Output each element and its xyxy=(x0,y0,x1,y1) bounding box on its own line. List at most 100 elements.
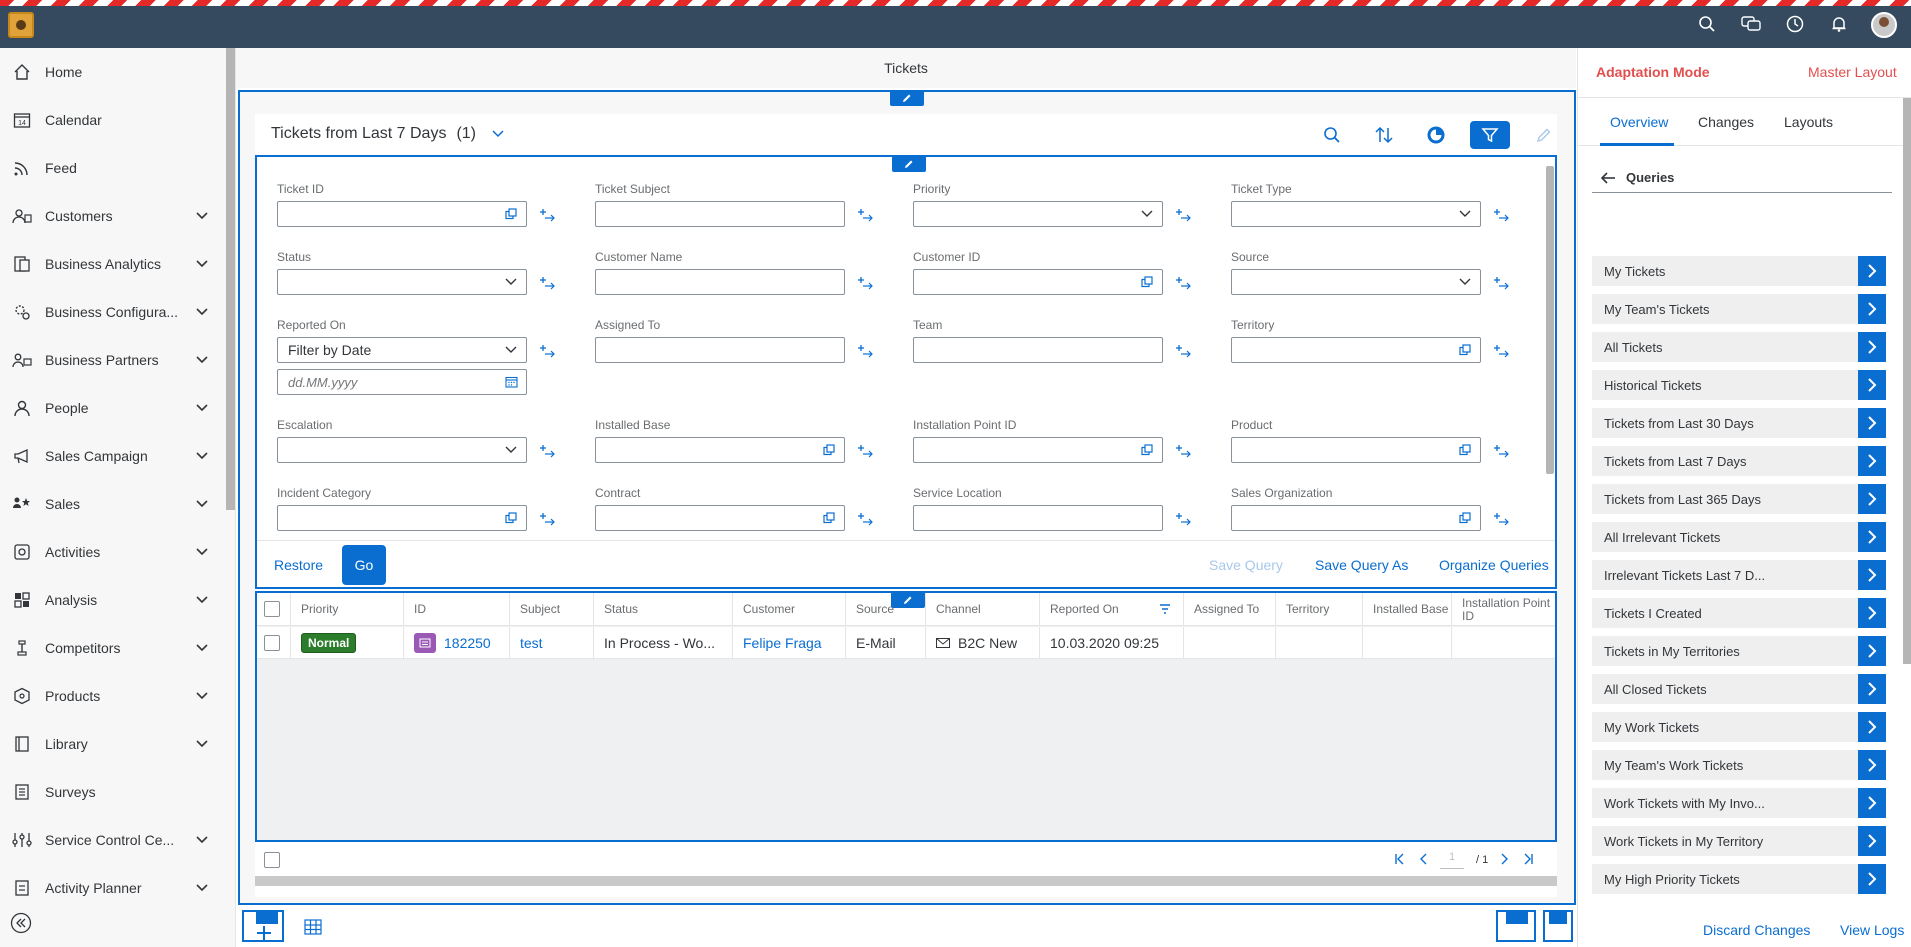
sidebar-item-feed[interactable]: Feed xyxy=(0,144,226,192)
company-logo[interactable] xyxy=(8,12,34,38)
column-header-channel[interactable]: Channel xyxy=(925,593,1039,626)
chevron-down-icon[interactable] xyxy=(504,275,518,289)
panel-scrollbar[interactable] xyxy=(1903,98,1911,664)
sidebar-item-service-control-ce[interactable]: Service Control Ce... xyxy=(0,816,226,864)
master-layout-link[interactable]: Master Layout xyxy=(1808,64,1897,80)
chevron-down-icon[interactable] xyxy=(492,130,504,138)
value-help-icon[interactable] xyxy=(822,511,836,525)
query-item[interactable]: All Irrelevant Tickets xyxy=(1592,522,1886,552)
query-item[interactable]: Historical Tickets xyxy=(1592,370,1886,400)
chevron-down-icon[interactable] xyxy=(192,308,212,316)
chevron-right-icon[interactable] xyxy=(1858,560,1886,590)
column-header-reported-on[interactable]: Reported On xyxy=(1039,593,1183,626)
add-to-filter-icon[interactable] xyxy=(538,343,558,359)
query-item[interactable]: All Closed Tickets xyxy=(1592,674,1886,704)
column-header-source[interactable]: Source xyxy=(845,593,925,626)
add-to-filter-icon[interactable] xyxy=(856,511,876,527)
chevron-right-icon[interactable] xyxy=(1858,294,1886,324)
chevron-down-icon[interactable] xyxy=(1458,275,1472,289)
chevron-down-icon[interactable] xyxy=(192,740,212,748)
chevron-down-icon[interactable] xyxy=(1458,207,1472,221)
edit-footer-icon[interactable] xyxy=(1543,910,1573,942)
chevron-down-icon[interactable] xyxy=(192,260,212,268)
chevron-right-icon[interactable] xyxy=(1858,636,1886,666)
query-item[interactable]: Tickets in My Territories xyxy=(1592,636,1886,666)
sidebar-item-customers[interactable]: Customers xyxy=(0,192,226,240)
add-section-icon[interactable] xyxy=(242,910,284,942)
cell-id[interactable]: 182250 xyxy=(403,627,509,659)
reported-on-date-input[interactable]: dd.MM.yyyy xyxy=(277,369,527,395)
query-item[interactable]: Tickets from Last 30 Days xyxy=(1592,408,1886,438)
column-header-installed-base[interactable]: Installed Base xyxy=(1362,593,1451,626)
status-input[interactable] xyxy=(277,269,527,295)
chevron-right-icon[interactable] xyxy=(1858,446,1886,476)
tab-changes[interactable]: Changes xyxy=(1698,114,1754,130)
chevron-down-icon[interactable] xyxy=(192,404,212,412)
sidebar-item-people[interactable]: People xyxy=(0,384,226,432)
query-item[interactable]: All Tickets xyxy=(1592,332,1886,362)
chevron-right-icon[interactable] xyxy=(1858,332,1886,362)
value-help-icon[interactable] xyxy=(504,207,518,221)
column-header-status[interactable]: Status xyxy=(593,593,732,626)
query-item[interactable]: Tickets I Created xyxy=(1592,598,1886,628)
team-input[interactable] xyxy=(913,337,1163,363)
ticket-type-input[interactable] xyxy=(1231,201,1481,227)
priority-input[interactable] xyxy=(913,201,1163,227)
horizontal-scrollbar[interactable] xyxy=(255,876,1557,886)
sidebar-item-business-analytics[interactable]: Business Analytics xyxy=(0,240,226,288)
chevron-right-icon[interactable] xyxy=(1858,408,1886,438)
chevron-right-icon[interactable] xyxy=(1858,370,1886,400)
sidebar-item-activity-planner[interactable]: Activity Planner xyxy=(0,864,226,912)
sidebar-item-library[interactable]: Library xyxy=(0,720,226,768)
chevron-right-icon[interactable] xyxy=(1858,788,1886,818)
add-to-filter-icon[interactable] xyxy=(1174,443,1194,459)
edit-icon[interactable] xyxy=(1526,121,1562,149)
edit-footer-icon[interactable] xyxy=(1496,910,1536,942)
chevron-right-icon[interactable] xyxy=(1858,256,1886,286)
chevron-down-icon[interactable] xyxy=(192,452,212,460)
discard-changes-button[interactable]: Discard Changes xyxy=(1703,922,1810,938)
row-checkbox[interactable] xyxy=(264,635,280,651)
query-item[interactable]: My High Priority Tickets xyxy=(1592,864,1886,894)
chevron-right-icon[interactable] xyxy=(1858,674,1886,704)
query-item[interactable]: Work Tickets with My Invo... xyxy=(1592,788,1886,818)
sidebar-item-sales-campaign[interactable]: Sales Campaign xyxy=(0,432,226,480)
add-to-filter-icon[interactable] xyxy=(1492,443,1512,459)
escalation-input[interactable] xyxy=(277,437,527,463)
add-to-filter-icon[interactable] xyxy=(856,207,876,223)
add-to-filter-icon[interactable] xyxy=(1174,511,1194,527)
user-avatar[interactable] xyxy=(1871,12,1897,38)
installation-point-id-input[interactable] xyxy=(913,437,1163,463)
save-query-as-button[interactable]: Save Query As xyxy=(1315,557,1408,573)
value-help-icon[interactable] xyxy=(1140,443,1154,457)
cell-subject[interactable]: test xyxy=(509,627,593,659)
chevron-right-icon[interactable] xyxy=(1858,712,1886,742)
column-header-installation-point-id[interactable]: Installation Point ID xyxy=(1451,593,1555,626)
search-icon[interactable] xyxy=(1695,12,1719,36)
chevron-right-icon[interactable] xyxy=(1858,750,1886,780)
last-page-icon[interactable] xyxy=(1522,853,1534,868)
chevron-down-icon[interactable] xyxy=(192,884,212,892)
query-item[interactable]: My Tickets xyxy=(1592,256,1886,286)
page-input[interactable]: 1 xyxy=(1440,851,1464,869)
sidebar-item-competitors[interactable]: Competitors xyxy=(0,624,226,672)
chevron-down-icon[interactable] xyxy=(192,836,212,844)
chevron-down-icon[interactable] xyxy=(192,500,212,508)
chevron-down-icon[interactable] xyxy=(192,644,212,652)
contract-input[interactable] xyxy=(595,505,845,531)
value-help-icon[interactable] xyxy=(822,443,836,457)
incident-category-input[interactable] xyxy=(277,505,527,531)
chevron-down-icon[interactable] xyxy=(192,548,212,556)
chevron-down-icon[interactable] xyxy=(192,212,212,220)
edit-pencil-icon[interactable] xyxy=(892,156,926,172)
chart-icon[interactable] xyxy=(1418,121,1454,149)
query-item[interactable]: Tickets from Last 365 Days xyxy=(1592,484,1886,514)
next-page-icon[interactable] xyxy=(1500,853,1510,868)
query-item[interactable]: My Team's Tickets xyxy=(1592,294,1886,324)
chevron-right-icon[interactable] xyxy=(1858,598,1886,628)
add-to-filter-icon[interactable] xyxy=(538,207,558,223)
add-to-filter-icon[interactable] xyxy=(856,443,876,459)
query-item[interactable]: My Work Tickets xyxy=(1592,712,1886,742)
chevron-down-icon[interactable] xyxy=(504,443,518,457)
column-header-priority[interactable]: Priority xyxy=(290,593,403,626)
